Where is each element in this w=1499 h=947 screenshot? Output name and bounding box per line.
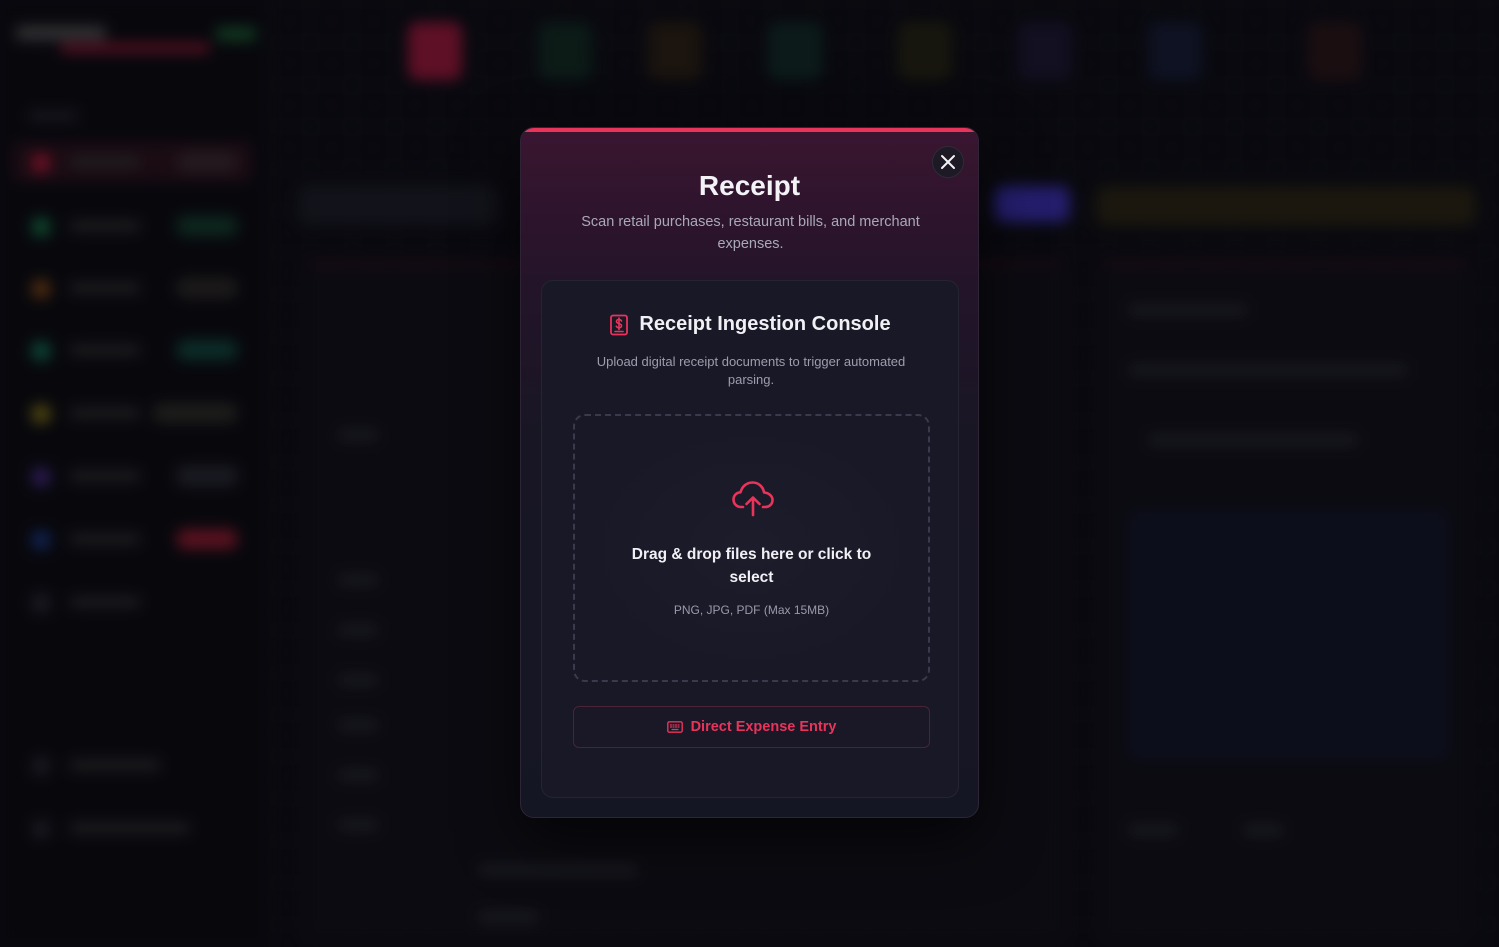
modal-title: Receipt bbox=[698, 170, 801, 201]
keyboard-icon bbox=[666, 721, 683, 733]
file-dropzone[interactable]: Drag & drop files here or click to selec… bbox=[573, 414, 930, 682]
console-title: Receipt Ingestion Console bbox=[639, 313, 891, 335]
modal-subtitle: Scan retail purchases, restaurant bills,… bbox=[581, 214, 920, 252]
receipt-ingestion-console: Receipt Ingestion Console Upload digital… bbox=[541, 280, 959, 798]
dropzone-title: Drag & drop files here or click to selec… bbox=[631, 546, 872, 586]
receipt-modal: Receipt Scan retail purchases, restauran… bbox=[520, 127, 979, 818]
receipt-dollar-icon bbox=[610, 314, 629, 335]
direct-expense-entry-button[interactable]: Direct Expense Entry bbox=[573, 706, 930, 748]
modal-accent-bar bbox=[521, 128, 978, 132]
cloud-upload-icon bbox=[732, 481, 774, 517]
console-header: Receipt Ingestion Console bbox=[542, 313, 958, 336]
direct-expense-entry-label: Direct Expense Entry bbox=[690, 719, 837, 735]
console-description: Upload digital receipt documents to trig… bbox=[596, 354, 906, 387]
close-icon bbox=[941, 155, 955, 169]
dropzone-hint: PNG, JPG, PDF (Max 15MB) bbox=[673, 603, 830, 617]
